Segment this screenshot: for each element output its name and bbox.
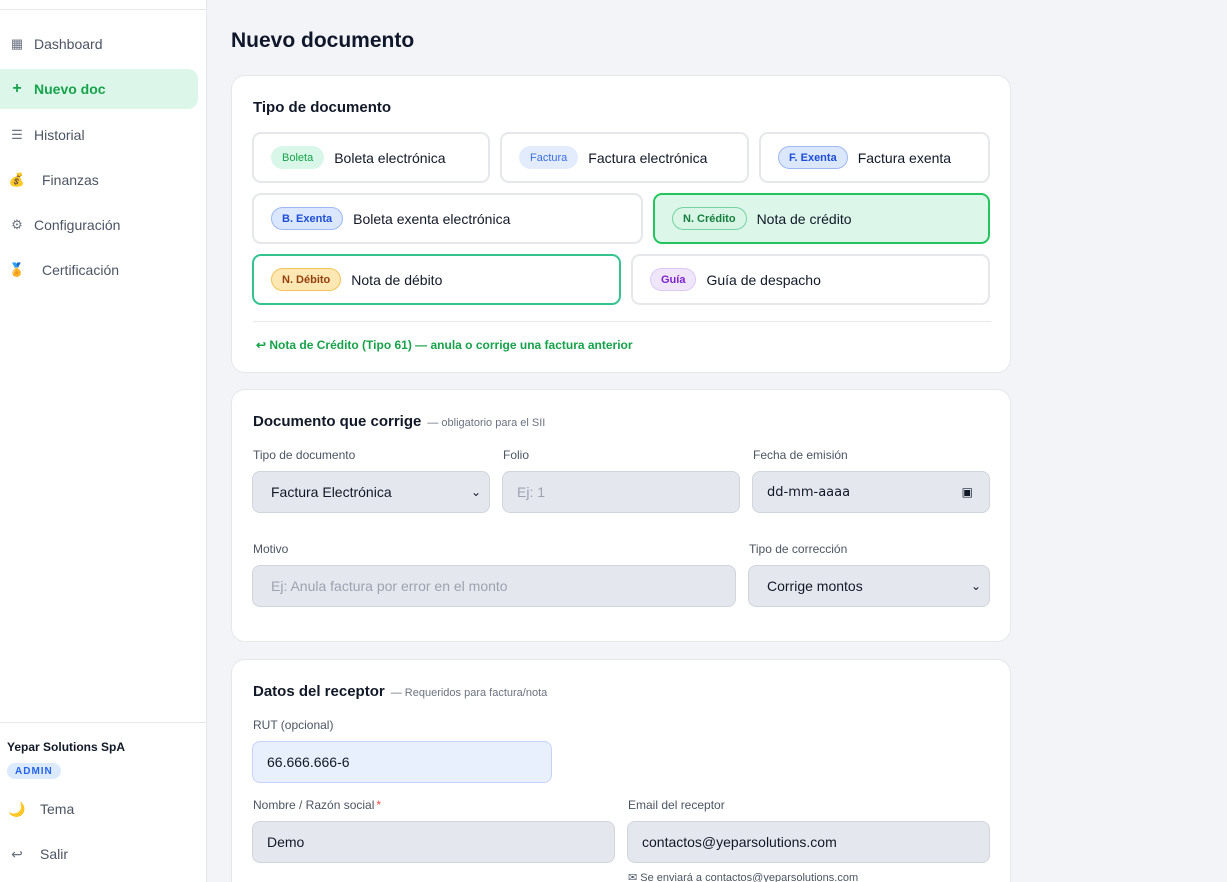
- card-title: Tipo de documento: [253, 99, 392, 116]
- calendar-icon[interactable]: ▣: [962, 485, 973, 499]
- fecha-emision-label: Fecha de emisión: [753, 448, 848, 462]
- tipo-correccion-select[interactable]: Corrige montos ⌄: [748, 565, 990, 607]
- moon-icon: 🌙: [8, 800, 26, 817]
- email-input[interactable]: contactos@yeparsolutions.com: [627, 821, 990, 863]
- sidebar-item-historial[interactable]: ☰ Historial: [0, 115, 198, 155]
- option-label: Guía de despacho: [706, 271, 821, 288]
- option-badge: F. Exenta: [778, 146, 848, 169]
- sidebar-item-label: Nuevo doc: [34, 81, 106, 97]
- option-badge: N. Crédito: [672, 207, 747, 230]
- sidebar: ▦ Dashboard + Nuevo doc ☰ Historial 💰 Fi…: [0, 0, 207, 882]
- email-helper: ✉ Se enviará a contactos@yeparsolutions.…: [628, 872, 859, 882]
- option-badge: N. Débito: [271, 268, 342, 291]
- motivo-label: Motivo: [253, 542, 289, 556]
- motivo-input[interactable]: Ej: Anula factura por error en el monto: [252, 565, 736, 607]
- logout-button[interactable]: ↩ Salir: [0, 836, 68, 872]
- sidebar-item-nuevo-doc[interactable]: + Nuevo doc: [0, 69, 198, 109]
- card-title: Documento que corrige — obligatorio para …: [253, 413, 545, 430]
- option-label: Nota de crédito: [756, 210, 852, 227]
- sidebar-item-configuracion[interactable]: ⚙ Configuración: [0, 205, 198, 245]
- option-boleta[interactable]: Boleta Boleta electrónica: [252, 132, 490, 183]
- money-bag-icon: 💰: [8, 172, 26, 187]
- required-mark: *: [376, 798, 382, 812]
- option-factura[interactable]: Factura Factura electrónica: [500, 132, 749, 183]
- sidebar-item-dashboard[interactable]: ▦ Dashboard: [0, 24, 198, 64]
- option-label: Factura exenta: [857, 149, 952, 166]
- nombre-input[interactable]: Demo: [252, 821, 615, 863]
- chevron-down-icon: ⌄: [470, 485, 481, 499]
- option-label: Factura electrónica: [588, 149, 708, 166]
- card-title-text: Datos del receptor: [253, 683, 385, 700]
- list-icon: ☰: [11, 127, 23, 142]
- logout-icon: ↩: [11, 845, 23, 862]
- page-title: Nuevo documento: [231, 29, 415, 52]
- grid-icon: ▦: [10, 36, 24, 51]
- option-badge: B. Exenta: [271, 207, 344, 230]
- option-label: Boleta exenta electrónica: [353, 210, 511, 227]
- logout-label: Salir: [40, 846, 69, 862]
- sidebar-bottom-divider: [0, 722, 206, 723]
- tipo-correccion-value: Corrige montos: [767, 578, 863, 594]
- rut-input[interactable]: 66.666.666-6: [252, 741, 552, 783]
- option-badge: Boleta: [271, 146, 325, 169]
- folio-input[interactable]: Ej: 1: [502, 471, 740, 513]
- card-title: Datos del receptor — Requeridos para fact…: [253, 683, 547, 700]
- sidebar-item-label: Configuración: [34, 217, 121, 233]
- email-label: Email del receptor: [628, 798, 725, 812]
- option-badge: Factura: [519, 146, 579, 169]
- tipo-documento-value: Factura Electrónica: [271, 484, 392, 500]
- receptor-card: Datos del receptor — Requeridos para fact…: [231, 659, 1011, 882]
- sidebar-top-divider: [0, 9, 206, 10]
- card-subtitle: — Requeridos para factura/nota: [390, 687, 548, 699]
- nombre-label: Nombre / Razón social *: [253, 798, 381, 812]
- fecha-emision-placeholder: dd-mm-aaaa: [767, 484, 851, 500]
- tipo-documento-label: Tipo de documento: [253, 448, 356, 462]
- chevron-down-icon: ⌄: [970, 579, 981, 593]
- gear-icon: ⚙: [11, 217, 23, 232]
- medal-icon: 🏅: [8, 262, 26, 277]
- sidebar-item-label: Dashboard: [34, 36, 103, 52]
- nombre-label-text: Nombre / Razón social: [253, 798, 375, 812]
- option-guia-despacho[interactable]: Guía Guía de despacho: [631, 254, 990, 305]
- rut-label: RUT (opcional): [253, 718, 334, 732]
- option-nota-credito[interactable]: N. Crédito Nota de crédito: [653, 193, 990, 244]
- option-nota-debito[interactable]: N. Débito Nota de débito: [252, 254, 621, 305]
- company-name: Yepar Solutions SpA: [7, 740, 126, 754]
- option-boleta-exenta[interactable]: B. Exenta Boleta exenta electrónica: [252, 193, 643, 244]
- fecha-emision-input[interactable]: dd-mm-aaaa ▣: [752, 471, 990, 513]
- theme-label: Tema: [40, 801, 75, 817]
- tipo-documento-select[interactable]: Factura Electrónica ⌄: [252, 471, 490, 513]
- selected-type-hint: ↩ Nota de Crédito (Tipo 61) — anula o co…: [256, 338, 633, 352]
- option-label: Nota de débito: [351, 271, 443, 288]
- plus-icon: +: [12, 80, 22, 97]
- card-subtitle: — obligatorio para el SII: [427, 417, 546, 429]
- card-title-text: Documento que corrige: [253, 413, 422, 430]
- sidebar-item-finanzas[interactable]: 💰 Finanzas: [0, 160, 198, 200]
- card-divider: [253, 321, 991, 322]
- documento-corrige-card: Documento que corrige — obligatorio para …: [231, 389, 1011, 642]
- option-badge: Guía: [650, 268, 697, 291]
- sidebar-item-label: Certificación: [42, 262, 120, 278]
- tipo-documento-card: Tipo de documento Boleta Boleta electrón…: [231, 75, 1011, 373]
- theme-toggle-button[interactable]: 🌙 Tema: [0, 791, 74, 827]
- sidebar-item-label: Historial: [34, 127, 85, 143]
- option-factura-exenta[interactable]: F. Exenta Factura exenta: [759, 132, 990, 183]
- role-badge: ADMIN: [7, 763, 61, 779]
- sidebar-item-certificacion[interactable]: 🏅 Certificación: [0, 250, 198, 290]
- sidebar-item-label: Finanzas: [42, 172, 99, 188]
- tipo-correccion-label: Tipo de corrección: [749, 542, 848, 556]
- folio-label: Folio: [503, 448, 530, 462]
- option-label: Boleta electrónica: [334, 149, 446, 166]
